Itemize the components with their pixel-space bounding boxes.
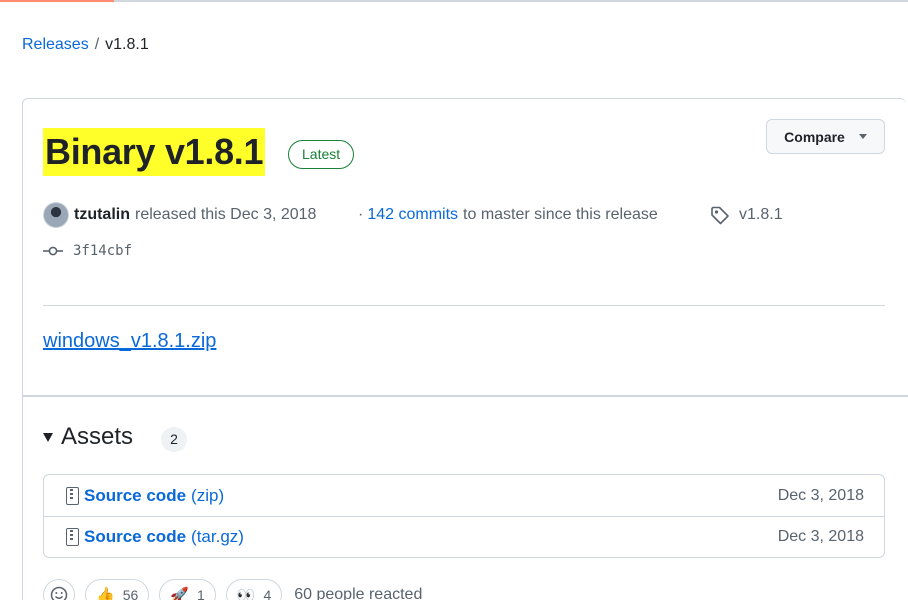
asset-row[interactable]: Source code (zip) Dec 3, 2018 [44, 475, 884, 516]
git-commit-icon [43, 246, 63, 256]
reaction-count: 4 [263, 587, 272, 600]
asset-name[interactable]: Source code [84, 527, 186, 547]
asset-ext[interactable]: (zip) [191, 486, 224, 506]
commits-dot: · [358, 206, 364, 223]
asset-name[interactable]: Source code [84, 486, 186, 506]
release-file-link[interactable]: windows_v1.8.1.zip [43, 330, 216, 353]
tag-icon [710, 205, 730, 225]
active-tab-indicator [0, 0, 114, 2]
reaction-eyes[interactable]: 👀 4 [225, 579, 283, 600]
divider [43, 305, 885, 306]
asset-date: Dec 3, 2018 [777, 528, 864, 545]
commit-row[interactable]: 3f14cbf [43, 243, 132, 259]
avatar[interactable] [43, 202, 69, 228]
breadcrumb-separator: / [94, 36, 100, 53]
triangle-down-icon [43, 432, 53, 442]
commits-row: · 142 commits to master since this relea… [358, 202, 658, 228]
commit-hash: 3f14cbf [73, 243, 133, 259]
reactions-bar: 👍 56 🚀 1 👀 4 60 people reacted [43, 579, 422, 600]
reaction-count: 1 [196, 587, 205, 600]
author-link[interactable]: tzutalin [74, 206, 130, 224]
compare-button[interactable]: Compare [766, 119, 885, 154]
asset-ext[interactable]: (tar.gz) [191, 527, 244, 547]
add-reaction-button[interactable] [43, 579, 75, 600]
thumbs-up-icon: 👍 [96, 586, 115, 600]
assets-toggle[interactable]: Assets [43, 423, 133, 451]
chevron-down-icon [858, 134, 867, 139]
breadcrumb-current: v1.8.1 [105, 36, 149, 53]
release-title[interactable]: Binary v1.8.1 [43, 128, 266, 176]
reaction-thumbs-up[interactable]: 👍 56 [85, 579, 150, 600]
release-title-wrap: Binary v1.8.1 [43, 128, 266, 176]
eyes-icon: 👀 [236, 586, 256, 600]
rocket-icon: 🚀 [170, 586, 189, 600]
commits-suffix: to master since this release [463, 206, 658, 223]
assets-section-divider [23, 395, 908, 397]
assets-title: Assets [61, 423, 134, 450]
latest-badge: Latest [288, 140, 355, 169]
asset-row[interactable]: Source code (tar.gz) Dec 3, 2018 [44, 516, 884, 557]
breadcrumb-releases-link[interactable]: Releases [22, 36, 89, 54]
assets-count-badge: 2 [161, 427, 187, 452]
breadcrumb: Releases / v1.8.1 [22, 36, 149, 54]
commits-link[interactable]: 142 commits [367, 206, 458, 224]
smiley-icon [50, 586, 68, 600]
asset-date: Dec 3, 2018 [777, 486, 864, 504]
reaction-count: 56 [122, 587, 139, 600]
release-author-row: tzutalin released this Dec 3, 2018 [43, 202, 316, 228]
header-underline [0, 0, 908, 2]
compare-label: Compare [784, 128, 845, 145]
tag-row[interactable]: v1.8.1 [710, 202, 783, 228]
reactions-summary: 60 people reacted [294, 586, 423, 600]
assets-list: Source code (zip) Dec 3, 2018 Source cod… [43, 474, 885, 558]
released-text: released this Dec 3, 2018 [135, 206, 317, 223]
file-zip-icon [66, 486, 79, 505]
file-zip-icon [66, 528, 79, 546]
tag-label: v1.8.1 [739, 206, 783, 223]
reaction-rocket[interactable]: 🚀 1 [159, 579, 216, 600]
